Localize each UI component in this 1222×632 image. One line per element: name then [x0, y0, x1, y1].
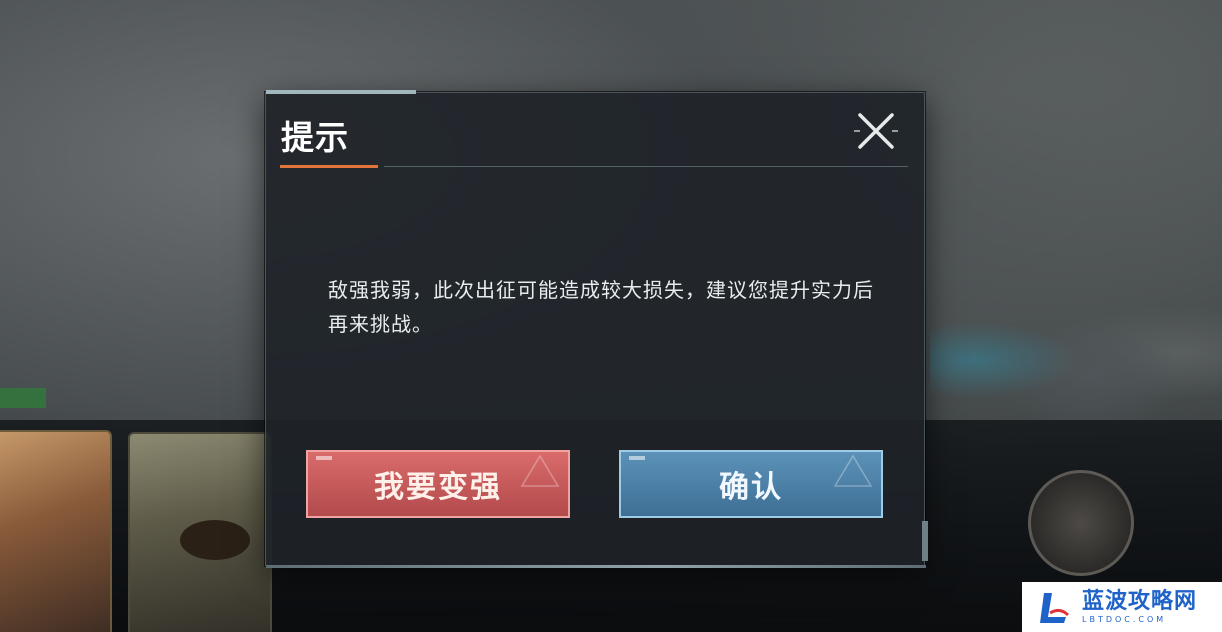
title-divider — [384, 166, 908, 167]
triangle-decoration-icon — [833, 454, 873, 487]
watermark-logo-icon — [1040, 593, 1070, 623]
background-tag — [0, 388, 46, 408]
strengthen-button[interactable]: 我要变强 — [306, 450, 570, 518]
strengthen-button-label: 我要变强 — [374, 470, 502, 505]
button-corner-tag — [629, 456, 645, 460]
button-corner-tag — [316, 456, 332, 460]
confirm-button-label: 确认 — [719, 470, 783, 505]
triangle-decoration-icon — [520, 454, 560, 487]
dialog-message: 敌强我弱，此次出征可能造成较大损失，建议您提升实力后再来挑战。 — [328, 278, 874, 336]
background-badge-icon — [1028, 470, 1134, 576]
background-units — [930, 270, 1222, 420]
dialog-top-accent — [266, 90, 416, 94]
tip-dialog: 提示 敌强我弱，此次出征可能造成较大损失，建议您提升实力后再来挑战。 我要变强 — [265, 90, 928, 568]
confirm-button[interactable]: 确认 — [619, 450, 883, 518]
hero-card[interactable] — [0, 430, 112, 632]
watermark-title: 蓝波攻略网 — [1082, 589, 1198, 614]
close-button[interactable] — [852, 107, 900, 155]
title-accent-bar — [280, 165, 378, 168]
dialog-notch — [922, 521, 928, 561]
watermark-text: 蓝波攻略网 LBTDOC.COM — [1082, 589, 1197, 625]
hero-portrait — [180, 520, 250, 560]
close-icon — [854, 113, 898, 149]
dialog-title: 提示 — [281, 118, 349, 157]
dialog-bottom-accent — [266, 565, 926, 568]
watermark-subtitle: LBTDOC.COM — [1082, 615, 1167, 624]
game-scene: 提示 敌强我弱，此次出征可能造成较大损失，建议您提升实力后再来挑战。 我要变强 — [0, 0, 1222, 632]
site-watermark: 蓝波攻略网 LBTDOC.COM — [1022, 582, 1222, 632]
